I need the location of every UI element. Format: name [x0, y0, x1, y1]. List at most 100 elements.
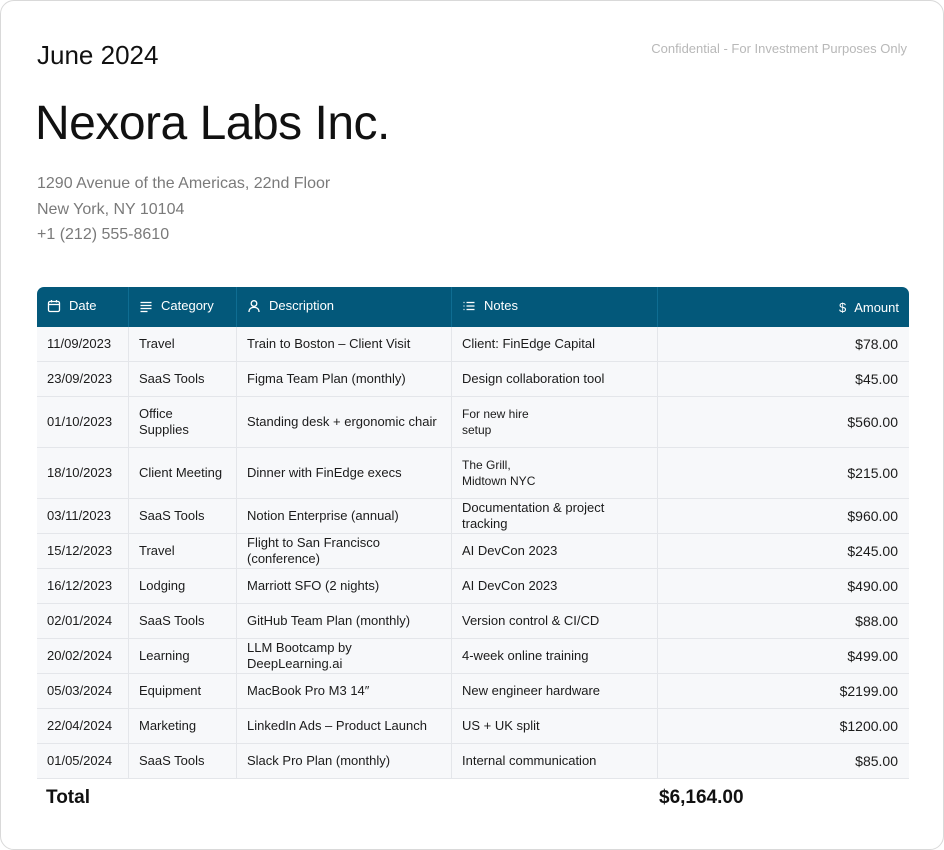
note-line: New engineer hardware [462, 683, 601, 698]
cell-notes: Documentation & project tracking [452, 499, 658, 534]
table-row[interactable]: 01/05/2024 SaaS Tools Slack Pro Plan (mont… [37, 744, 909, 779]
note-line: Midtown NYC [462, 474, 536, 488]
column-label-description: Description [269, 298, 335, 314]
cell-date: 23/09/2023 [37, 362, 129, 397]
note-line: For new hire [462, 407, 529, 421]
cell-description: GitHub Team Plan (monthly) [237, 604, 452, 639]
cell-category: SaaS Tools [129, 744, 237, 779]
cell-amount: $490.00 [658, 569, 909, 604]
cell-category: Marketing [129, 709, 237, 744]
cell-amount: $2199.00 [658, 674, 909, 709]
cell-amount: $1200.00 [658, 709, 909, 744]
cell-category: Learning [129, 639, 237, 674]
cell-amount: $88.00 [658, 604, 909, 639]
column-header-category[interactable]: Category [129, 287, 237, 327]
column-header-notes[interactable]: Notes [452, 287, 658, 327]
cell-date: 18/10/2023 [37, 448, 129, 499]
cell-category: SaaS Tools [129, 604, 237, 639]
cell-date: 01/10/2023 [37, 397, 129, 448]
lines-icon [139, 299, 153, 313]
cell-notes: US + UK split [452, 709, 658, 744]
cell-description: Figma Team Plan (monthly) [237, 362, 452, 397]
total-label: Total [46, 787, 90, 808]
column-header-amount[interactable]: $ Amount [658, 287, 909, 327]
cell-description: Standing desk + ergonomic chair [237, 397, 452, 448]
cell-category: Travel [129, 327, 237, 362]
cell-notes: Design collaboration tool [452, 362, 658, 397]
cell-date: 15/12/2023 [37, 534, 129, 569]
cell-category: Equipment [129, 674, 237, 709]
cell-amount: $45.00 [658, 362, 909, 397]
statement-card: June 2024 Confidential - For Investment … [0, 0, 944, 850]
cell-amount: $215.00 [658, 448, 909, 499]
cell-notes: New engineer hardware [452, 674, 658, 709]
cell-date: 20/02/2024 [37, 639, 129, 674]
cell-date: 22/04/2024 [37, 709, 129, 744]
cell-date: 05/03/2024 [37, 674, 129, 709]
note-line: Client: FinEdge Capital [462, 336, 595, 351]
note-line: Design collaboration tool [462, 371, 605, 386]
cell-notes: For new hire setup [452, 397, 658, 448]
dollar-sign-icon: $ [838, 299, 847, 315]
cell-description: MacBook Pro M3 14″ [237, 674, 452, 709]
cell-description: LinkedIn Ads – Product Launch [237, 709, 452, 744]
table-row[interactable]: 20/02/2024 Learning LLM Bootcamp by DeepLe… [37, 639, 909, 674]
cell-amount: $499.00 [658, 639, 909, 674]
table-row[interactable]: 22/04/2024 Marketing LinkedIn Ads – Produc… [37, 709, 909, 744]
cell-description: Marriott SFO (2 nights) [237, 569, 452, 604]
cell-description: LLM Bootcamp by DeepLearning.ai [237, 639, 452, 674]
cell-description: Dinner with FinEdge execs [237, 448, 452, 499]
person-icon [247, 299, 261, 313]
cell-notes: Internal communication [452, 744, 658, 779]
column-label-notes: Notes [484, 298, 518, 314]
cell-description: Train to Boston – Client Visit [237, 327, 452, 362]
confidential-notice: Confidential - For Investment Purposes O… [651, 41, 907, 56]
table-row[interactable]: 05/03/2024 Equipment MacBook Pro M3 14″ New… [37, 674, 909, 709]
table-row[interactable]: 01/10/2023 Office Supplies Standing desk +… [37, 397, 909, 448]
table-body: 11/09/2023 Travel Train to Boston – Client… [37, 327, 909, 779]
table-row[interactable]: 23/09/2023 SaaS Tools Figma Team Plan (mon… [37, 362, 909, 397]
cell-category: SaaS Tools [129, 362, 237, 397]
cell-amount: $245.00 [658, 534, 909, 569]
cell-notes: Client: FinEdge Capital [452, 327, 658, 362]
column-header-description[interactable]: Description [237, 287, 452, 327]
cell-notes: AI DevCon 2023 [452, 569, 658, 604]
cell-date: 16/12/2023 [37, 569, 129, 604]
statement-period: June 2024 [37, 40, 159, 70]
cell-category: Client Meeting [129, 448, 237, 499]
table-row[interactable]: 03/11/2023 SaaS Tools Notion Enterprise (a… [37, 499, 909, 534]
cell-category: SaaS Tools [129, 499, 237, 534]
note-line: Version control & CI/CD [462, 613, 600, 628]
table-header: Date Category Description Notes $ Amount [37, 287, 909, 327]
cell-date: 03/11/2023 [37, 499, 129, 534]
cell-description: Flight to San Francisco (conference) [237, 534, 452, 569]
address-line-1: 1290 Avenue of the Americas, 22nd Floor [37, 175, 331, 192]
table-row[interactable]: 11/09/2023 Travel Train to Boston – Client… [37, 327, 909, 362]
company-address: 1290 Avenue of the Americas, 22nd Floor … [37, 171, 330, 248]
address-line-2: New York, NY 10104 [37, 200, 185, 218]
note-line: 4-week online training [462, 648, 589, 663]
note-line: AI DevCon 2023 [462, 578, 558, 593]
cell-amount: $960.00 [658, 499, 909, 534]
note-line: AI DevCon 2023 [462, 543, 558, 558]
table-row[interactable]: 18/10/2023 Client Meeting Dinner with FinE… [37, 448, 909, 499]
cell-category: Lodging [129, 569, 237, 604]
column-label-date: Date [69, 298, 97, 314]
table-row[interactable]: 15/12/2023 Travel Flight to San Francisco … [37, 534, 909, 569]
cell-description: Slack Pro Plan (monthly) [237, 744, 452, 779]
note-line: setup [462, 423, 492, 437]
cell-date: 01/05/2024 [37, 744, 129, 779]
cell-amount: $560.00 [658, 397, 909, 448]
total-value: $6,164.00 [659, 787, 744, 808]
note-line: US + UK split [462, 718, 540, 733]
cell-date: 11/09/2023 [37, 327, 129, 362]
cell-notes: Version control & CI/CD [452, 604, 658, 639]
table-row[interactable]: 16/12/2023 Lodging Marriott SFO (2 nights)… [37, 569, 909, 604]
list-icon [462, 299, 476, 313]
cell-date: 02/01/2024 [37, 604, 129, 639]
table-row[interactable]: 02/01/2024 SaaS Tools GitHub Team Plan (mo… [37, 604, 909, 639]
note-line: The Grill, [462, 458, 511, 472]
cell-amount: $85.00 [658, 744, 909, 779]
cell-notes: 4-week online training [452, 639, 658, 674]
column-header-date[interactable]: Date [37, 287, 129, 327]
